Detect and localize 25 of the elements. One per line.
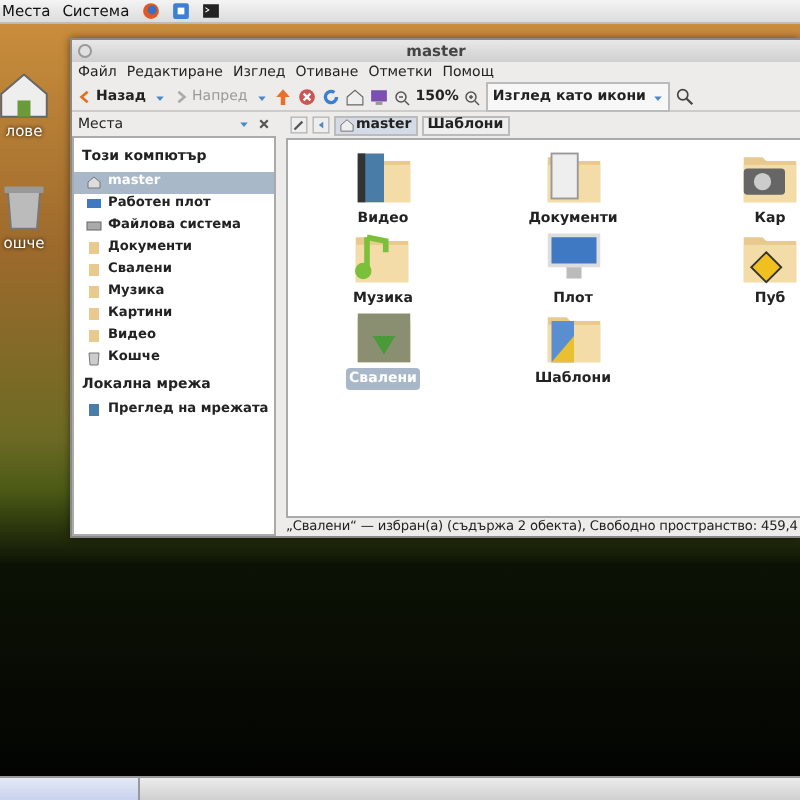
globe-icon[interactable] (141, 2, 160, 20)
monitor-icon[interactable] (369, 88, 388, 106)
zoom-out-icon[interactable] (393, 89, 410, 105)
terminal-icon[interactable] (201, 2, 220, 20)
drive-icon (86, 218, 102, 234)
trash-icon (86, 350, 102, 366)
reload-icon[interactable] (321, 88, 340, 106)
network-icon (86, 401, 102, 417)
monitor-icon (86, 196, 102, 212)
caret-icon[interactable] (255, 91, 268, 103)
house-icon[interactable] (0, 68, 50, 120)
arrow-right-icon (174, 90, 189, 104)
house-icon (86, 174, 102, 190)
caret-icon[interactable] (154, 91, 167, 103)
caret-icon (651, 91, 664, 103)
zoom-in-icon[interactable] (464, 89, 481, 105)
arrow-left-icon (78, 90, 92, 104)
caret-icon[interactable] (238, 118, 250, 130)
scroll-left-icon[interactable] (312, 116, 330, 134)
arrow-up-icon[interactable] (273, 88, 292, 106)
close-icon[interactable] (258, 118, 270, 130)
stop-icon[interactable] (297, 88, 316, 106)
pencil-icon[interactable] (290, 116, 308, 134)
close-button[interactable] (78, 44, 92, 58)
search-icon[interactable] (675, 88, 694, 106)
